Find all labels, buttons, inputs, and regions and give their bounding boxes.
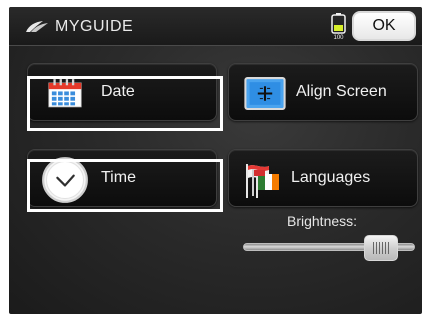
brand-name: MYGUIDE: [55, 18, 134, 35]
settings-screen: MYGUIDE 100 OK Date Align Screen Time La…: [9, 7, 422, 314]
brightness-slider[interactable]: [243, 235, 421, 261]
time-label: Time: [101, 169, 136, 186]
time-button[interactable]: Time: [27, 149, 217, 207]
brightness-slider-thumb[interactable]: [363, 235, 398, 261]
slider-grip-icon: [384, 242, 386, 254]
date-button[interactable]: Date: [27, 63, 217, 121]
flags-icon: [246, 164, 279, 198]
top-bar: MYGUIDE 100 OK: [9, 7, 422, 46]
align-screen-label: Align Screen: [296, 83, 387, 100]
slider-grip-icon: [375, 242, 377, 254]
brand-logo: MYGUIDE: [25, 18, 133, 36]
languages-label: Languages: [291, 169, 371, 186]
myguide-logo-icon: [26, 21, 48, 32]
clock-icon: [42, 157, 88, 203]
align-screen-button[interactable]: Align Screen: [228, 63, 418, 121]
calendar-icon: [48, 79, 82, 108]
languages-button[interactable]: Languages: [228, 149, 418, 207]
battery-level-text: 100: [333, 35, 344, 40]
battery-icon: 100: [331, 13, 346, 40]
crosshair-icon: [244, 77, 286, 110]
slider-grip-icon: [381, 242, 383, 254]
slider-grip-icon: [378, 242, 380, 254]
brightness-label: Brightness:: [287, 213, 358, 229]
ok-button[interactable]: OK: [352, 11, 416, 41]
date-label: Date: [101, 83, 135, 100]
slider-grip-icon: [387, 242, 389, 254]
slider-grip-icon: [372, 242, 374, 254]
